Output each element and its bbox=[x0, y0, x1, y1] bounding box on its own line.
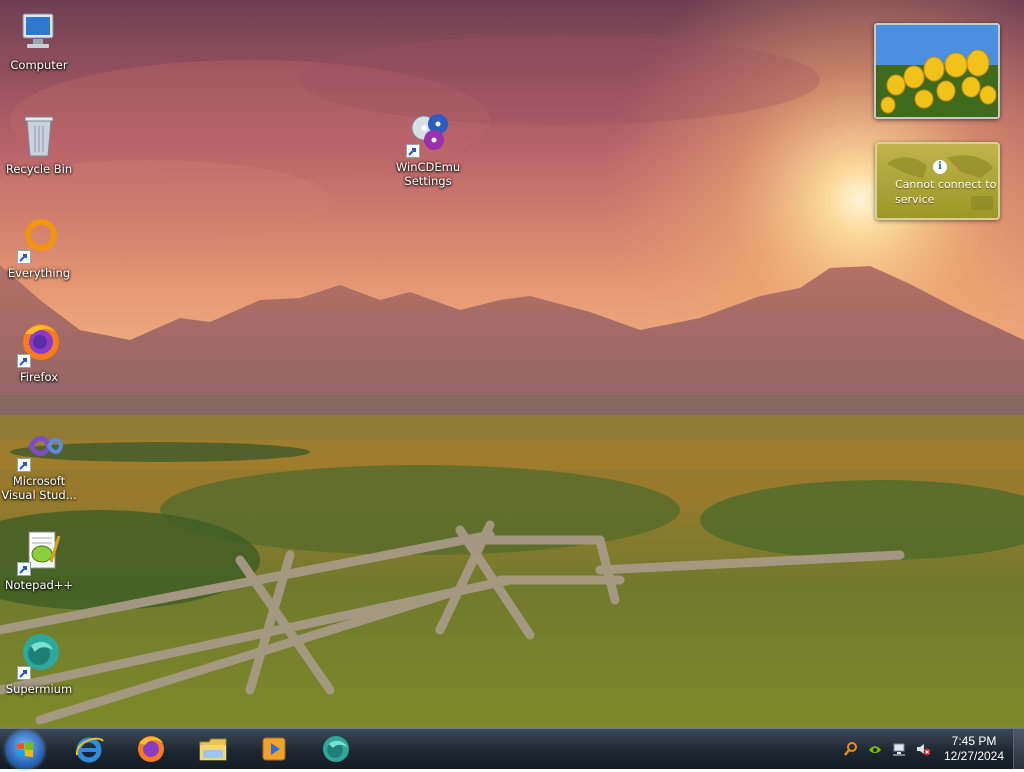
weather-status-message: Cannot connect to service bbox=[895, 178, 997, 206]
taskbar-clock[interactable]: 7:45 PM 12/27/2024 bbox=[937, 734, 1011, 764]
shortcut-arrow-icon bbox=[17, 354, 31, 368]
shortcut-arrow-icon bbox=[17, 562, 31, 576]
windows-logo-icon bbox=[17, 742, 33, 757]
shortcut-arrow-icon bbox=[17, 250, 31, 264]
firefox-icon bbox=[138, 736, 164, 762]
slideshow-gadget[interactable] bbox=[874, 23, 1000, 119]
tulips-photo bbox=[876, 25, 998, 117]
network-tray-icon[interactable] bbox=[891, 741, 907, 757]
show-desktop-button[interactable] bbox=[1013, 729, 1024, 769]
clock-date: 12/27/2024 bbox=[943, 749, 1005, 763]
desktop-icon-firefox[interactable]: Firefox bbox=[1, 320, 77, 384]
folder-icon bbox=[199, 738, 227, 761]
everything-icon bbox=[15, 216, 63, 264]
start-button[interactable] bbox=[6, 731, 44, 769]
desktop-icon-wincdemu-settings[interactable]: WinCDEmu Settings bbox=[390, 110, 466, 188]
desktop-icon-supermium[interactable]: Supermium bbox=[1, 632, 77, 696]
taskbar-file-explorer[interactable] bbox=[195, 731, 231, 767]
desktop-icon-label: Computer bbox=[10, 58, 68, 72]
shortcut-arrow-icon bbox=[17, 458, 31, 472]
internet-explorer-icon bbox=[75, 737, 104, 763]
clock-time: 7:45 PM bbox=[951, 734, 997, 748]
supermium-icon bbox=[15, 632, 63, 680]
visual-studio-icon bbox=[15, 424, 63, 472]
computer-icon bbox=[15, 8, 63, 56]
weather-gadget[interactable]: i Cannot connect to service bbox=[875, 142, 1000, 220]
firefox-icon bbox=[15, 320, 63, 368]
desktop-icon-label: Everything bbox=[7, 266, 71, 280]
desktop-icon-everything[interactable]: Everything bbox=[1, 216, 77, 280]
desktop-icon-visual-studio[interactable]: Microsoft Visual Stud... bbox=[1, 424, 77, 502]
info-icon: i bbox=[933, 160, 947, 174]
desktop-icon-computer[interactable]: Computer bbox=[1, 8, 77, 72]
volume-muted-icon[interactable] bbox=[915, 741, 931, 757]
shortcut-arrow-icon bbox=[406, 144, 420, 158]
nvidia-tray-icon[interactable] bbox=[867, 741, 883, 757]
desktop-icon-label: Notepad++ bbox=[4, 578, 74, 592]
supermium-icon bbox=[323, 736, 349, 762]
shortcut-arrow-icon bbox=[17, 666, 31, 680]
desktop-icon-label: Microsoft Visual Stud... bbox=[1, 474, 77, 502]
media-player-icon bbox=[262, 737, 286, 761]
desktop-icon-label: Supermium bbox=[5, 682, 73, 696]
notepad-plus-plus-icon bbox=[15, 528, 63, 576]
taskbar-media-player[interactable] bbox=[256, 731, 292, 767]
search-tray-icon[interactable] bbox=[843, 741, 859, 757]
desktop-icon-label: Firefox bbox=[19, 370, 59, 384]
recycle-bin-icon bbox=[15, 112, 63, 160]
desktop-icon-label: WinCDEmu Settings bbox=[395, 160, 461, 188]
taskbar-firefox[interactable] bbox=[133, 731, 169, 767]
desktop-icon-label: Recycle Bin bbox=[5, 162, 73, 176]
taskbar: 7:45 PM 12/27/2024 bbox=[0, 728, 1024, 769]
desktop-wallpaper bbox=[0, 0, 1024, 728]
taskbar-supermium[interactable] bbox=[318, 731, 354, 767]
wincdemu-disc-icon bbox=[404, 110, 452, 158]
desktop-icon-notepad-plus-plus[interactable]: Notepad++ bbox=[1, 528, 77, 592]
desktop-icon-recycle-bin[interactable]: Recycle Bin bbox=[1, 112, 77, 176]
taskbar-internet-explorer[interactable] bbox=[71, 731, 107, 767]
